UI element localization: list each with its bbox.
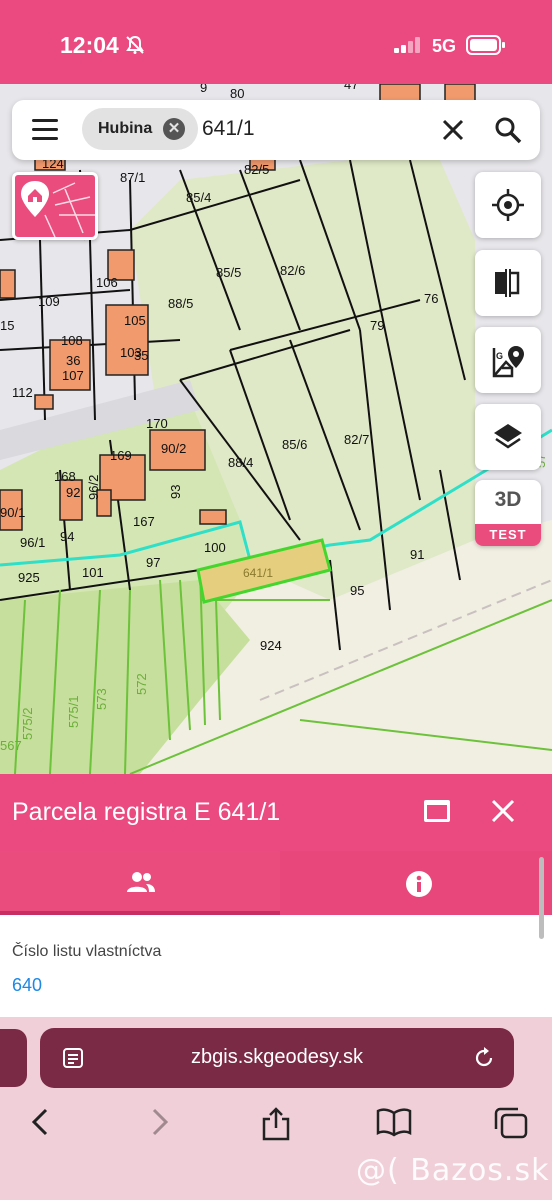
search-icon[interactable] (494, 116, 522, 144)
browser-toolbar: zbgis.skgeodesy.sk @( Bazos.sk (0, 1017, 552, 1200)
parcel-panel-header: Parcela registra E 641/1 (0, 774, 552, 851)
info-icon (406, 871, 432, 897)
parcel-label[interactable]: 168 (54, 469, 76, 484)
maximize-icon[interactable] (424, 800, 450, 822)
parcel-label[interactable]: 112 (12, 385, 33, 400)
close-icon[interactable] (490, 798, 516, 824)
parcel-label[interactable]: 106 (96, 275, 118, 290)
parcel-label[interactable]: 80 (230, 86, 244, 101)
parcel-label[interactable]: 108 (61, 333, 83, 348)
parcel-label[interactable]: 94 (60, 529, 74, 544)
parcel-label[interactable]: 90/2 (161, 441, 186, 456)
parcel-label[interactable]: 109 (38, 294, 60, 309)
svg-text:G: G (496, 351, 503, 361)
parcel-label[interactable]: 87/1 (120, 170, 145, 185)
parcel-label[interactable]: 91 (410, 547, 424, 562)
scrollbar[interactable] (539, 857, 544, 939)
parcel-label[interactable]: 85/6 (282, 437, 307, 452)
parcel-label[interactable]: 105 (124, 313, 146, 328)
municipality-chip[interactable]: Hubina ✕ (82, 108, 198, 150)
parcel-label[interactable]: 575/2 (20, 707, 35, 740)
parcel-label[interactable]: 97 (146, 555, 160, 570)
map-marker-icon: G (492, 346, 524, 378)
chip-remove-icon[interactable]: ✕ (163, 118, 185, 140)
parcel-label[interactable]: 92 (66, 485, 80, 500)
parcel-label[interactable]: 82/7 (344, 432, 369, 447)
3d-view-button[interactable]: 3D TEST (475, 480, 541, 546)
parcel-label[interactable]: 36 (66, 353, 80, 368)
watermark: @( Bazos.sk (356, 1153, 550, 1188)
share-icon[interactable] (262, 1107, 290, 1141)
parcel-label[interactable]: 9 (200, 84, 207, 95)
parcel-label[interactable]: 90/1 (0, 505, 25, 520)
layers-icon (494, 424, 522, 449)
parcel-label[interactable]: 96/1 (20, 535, 45, 550)
parcel-label[interactable]: 88/4 (228, 455, 253, 470)
status-bar: 12:04 5G (0, 0, 552, 90)
google-maps-button[interactable]: G (475, 327, 541, 393)
parcel-label[interactable]: 575/1 (66, 695, 81, 728)
map-pin-logo-icon (21, 181, 95, 237)
parcel-label[interactable]: 82/5 (244, 162, 269, 177)
parcel-label[interactable]: 95 (350, 583, 364, 598)
parcel-label[interactable]: 85/5 (216, 265, 241, 280)
3d-label: 3D (494, 488, 522, 511)
parcel-label[interactable]: 572 (134, 673, 149, 695)
parcel-label[interactable]: 47 (344, 84, 358, 92)
status-time: 12:04 (60, 32, 119, 58)
parcel-label[interactable]: 573 (94, 688, 109, 710)
parcel-label[interactable]: 82/6 (280, 263, 305, 278)
previous-tab[interactable] (0, 1029, 27, 1087)
url-text: zbgis.skgeodesy.sk (191, 1046, 363, 1068)
parcel-details: Číslo listu vlastníctva 640 (0, 857, 552, 1017)
bookmarks-icon[interactable] (376, 1107, 412, 1137)
parcel-label[interactable]: 925 (18, 570, 40, 585)
parcel-label[interactable]: 169 (110, 448, 132, 463)
signal-icon (394, 37, 420, 53)
parcel-label[interactable]: 567 (0, 738, 22, 753)
menu-icon[interactable] (32, 119, 58, 141)
parcel-label[interactable]: 79 (370, 318, 384, 333)
parcel-label[interactable]: 35 (134, 348, 148, 363)
parcel-label[interactable]: 88/5 (168, 296, 193, 311)
locate-me-button[interactable] (475, 172, 541, 238)
panel-tabs (0, 851, 552, 915)
battery-icon (466, 35, 505, 55)
tab-info[interactable] (280, 851, 552, 915)
people-icon (127, 872, 155, 892)
crosshair-icon (492, 189, 524, 221)
parcel-label[interactable]: 93 (168, 485, 183, 499)
ownership-sheet-link[interactable]: 640 (12, 975, 42, 996)
basemap-switch-button[interactable] (12, 172, 98, 240)
test-badge: TEST (475, 524, 541, 546)
reload-icon[interactable] (472, 1046, 496, 1070)
search-bar: Hubina ✕ (12, 100, 540, 160)
parcel-label[interactable]: 76 (424, 291, 438, 306)
parcel-label[interactable]: 85/4 (186, 190, 211, 205)
ownership-sheet-label: Číslo listu vlastníctva (12, 943, 162, 960)
compare-maps-button[interactable] (475, 250, 541, 316)
parcel-label[interactable]: 96/2 (86, 475, 101, 500)
parcel-label[interactable]: 167 (133, 514, 155, 529)
parcel-label[interactable]: 100 (204, 540, 226, 555)
tab-owners[interactable] (0, 851, 280, 915)
url-bar[interactable]: zbgis.skgeodesy.sk (40, 1028, 514, 1088)
parcel-label[interactable]: 15 (0, 318, 14, 333)
panel-title: Parcela registra E 641/1 (12, 798, 281, 826)
layers-button[interactable] (475, 404, 541, 470)
network-type: 5G (432, 36, 457, 56)
bell-muted-icon (126, 35, 144, 54)
search-input[interactable] (202, 114, 402, 144)
compare-icon (495, 269, 520, 297)
parcel-label[interactable]: 924 (260, 638, 282, 653)
clear-search-icon[interactable] (440, 117, 466, 143)
selected-parcel-label[interactable]: 641/1 (243, 566, 273, 580)
back-icon[interactable] (28, 1107, 52, 1137)
forward-icon[interactable] (148, 1107, 172, 1137)
chip-label: Hubina (98, 120, 153, 137)
tabs-icon[interactable] (494, 1107, 528, 1139)
parcel-label[interactable]: 170 (146, 416, 168, 431)
parcel-label[interactable]: 101 (82, 565, 104, 580)
parcel-label[interactable]: 107 (62, 368, 84, 383)
